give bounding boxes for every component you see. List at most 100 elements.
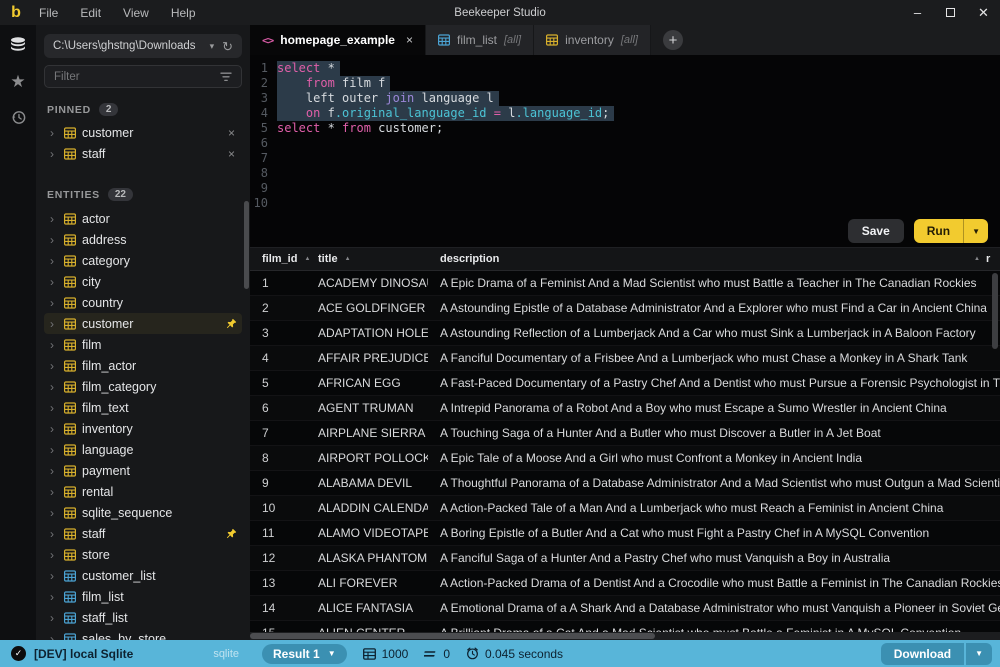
table-row[interactable]: 14ALICE FANTASIAA Emotional Drama of a A…: [250, 596, 1000, 621]
menu-help[interactable]: Help: [160, 6, 207, 20]
chevron-right-icon[interactable]: ›: [50, 213, 58, 225]
run-label[interactable]: Run: [914, 219, 963, 243]
sidebar-item-address[interactable]: › address: [44, 229, 242, 250]
sidebar-item-film[interactable]: › film: [44, 334, 242, 355]
table-row[interactable]: 13ALI FOREVERA Action-Packed Drama of a …: [250, 571, 1000, 596]
new-tab-button[interactable]: +: [663, 30, 683, 50]
chevron-right-icon[interactable]: ›: [50, 591, 58, 603]
sidebar-item-country[interactable]: › country: [44, 292, 242, 313]
table-row[interactable]: 3ADAPTATION HOLESA Astounding Reflection…: [250, 321, 1000, 346]
chevron-right-icon[interactable]: ›: [50, 148, 58, 160]
maximize-button[interactable]: [934, 0, 967, 25]
pin-icon[interactable]: [226, 528, 237, 539]
horizontal-scroll-thumb[interactable]: [250, 633, 655, 639]
unpin-close-icon[interactable]: ×: [226, 126, 237, 140]
sidebar-item-rental[interactable]: › rental: [44, 481, 242, 502]
menu-view[interactable]: View: [112, 6, 160, 20]
results-vertical-scrollbar[interactable]: [992, 273, 998, 349]
chevron-right-icon[interactable]: ›: [50, 549, 58, 561]
chevron-right-icon[interactable]: ›: [50, 507, 58, 519]
sidebar-item-customer_list[interactable]: › customer_list: [44, 565, 242, 586]
table-row[interactable]: 5AFRICAN EGGA Fast-Paced Documentary of …: [250, 371, 1000, 396]
sidebar-item-city[interactable]: › city: [44, 271, 242, 292]
sidebar-item-staff[interactable]: › staff: [44, 523, 242, 544]
download-options-caret-icon[interactable]: ▼: [966, 643, 992, 665]
unpin-close-icon[interactable]: ×: [226, 147, 237, 161]
run-options-caret-icon[interactable]: ▼: [963, 219, 988, 243]
chevron-right-icon[interactable]: ›: [50, 402, 58, 414]
results-horizontal-scrollbar[interactable]: [250, 632, 1000, 640]
chevron-right-icon[interactable]: ›: [50, 423, 58, 435]
menu-file[interactable]: File: [28, 6, 69, 20]
sidebar-item-inventory[interactable]: › inventory: [44, 418, 242, 439]
sidebar-item-sales_by_store[interactable]: › sales_by_store: [44, 628, 242, 640]
table-row[interactable]: 8AIRPORT POLLOCKA Epic Tale of a Moose A…: [250, 446, 1000, 471]
chevron-right-icon[interactable]: ›: [50, 297, 58, 309]
chevron-right-icon[interactable]: ›: [50, 381, 58, 393]
tab-close-icon[interactable]: ×: [406, 33, 413, 47]
table-row[interactable]: 4AFFAIR PREJUDICEA Fanciful Documentary …: [250, 346, 1000, 371]
sidebar-item-staff[interactable]: › staff×: [44, 143, 242, 164]
table-row[interactable]: 11ALAMO VIDEOTAPEA Boring Epistle of a B…: [250, 521, 1000, 546]
sidebar-item-category[interactable]: › category: [44, 250, 242, 271]
tab-homepage_example[interactable]: <>homepage_example×: [250, 25, 426, 55]
column-header-film_id[interactable]: film_id▲: [250, 253, 306, 265]
close-button[interactable]: ✕: [967, 0, 1000, 25]
sidebar-item-film_actor[interactable]: › film_actor: [44, 355, 242, 376]
sidebar-item-customer[interactable]: › customer: [44, 313, 242, 334]
table-row[interactable]: 9ALABAMA DEVILA Thoughtful Panorama of a…: [250, 471, 1000, 496]
sidebar-item-customer[interactable]: › customer×: [44, 122, 242, 143]
chevron-right-icon[interactable]: ›: [50, 339, 58, 351]
column-header-description[interactable]: description▲: [428, 253, 986, 265]
run-button[interactable]: Run ▼: [914, 219, 988, 243]
chevron-right-icon[interactable]: ›: [50, 612, 58, 624]
chevron-right-icon[interactable]: ›: [50, 486, 58, 498]
sidebar-item-staff_list[interactable]: › staff_list: [44, 607, 242, 628]
sidebar-scrollbar[interactable]: [244, 201, 249, 289]
favorites-star-icon[interactable]: ★: [10, 73, 25, 90]
result-selector[interactable]: Result 1 ▼: [262, 644, 347, 664]
minimize-button[interactable]: –: [901, 0, 934, 25]
sort-asc-icon[interactable]: ▲: [345, 256, 351, 262]
pin-icon[interactable]: [226, 318, 237, 329]
menu-edit[interactable]: Edit: [69, 6, 112, 20]
save-button[interactable]: Save: [848, 219, 904, 243]
tab-inventory[interactable]: inventory[all]: [534, 25, 651, 55]
sidebar-item-film_list[interactable]: › film_list: [44, 586, 242, 607]
sidebar-item-payment[interactable]: › payment: [44, 460, 242, 481]
table-row[interactable]: 7AIRPLANE SIERRAA Touching Saga of a Hun…: [250, 421, 1000, 446]
connection-status[interactable]: ✓ [DEV] local Sqlite sqlite: [0, 646, 250, 661]
download-button[interactable]: Download: [881, 643, 964, 665]
pinned-section-header[interactable]: PINNED 2: [44, 103, 242, 116]
table-row[interactable]: 6AGENT TRUMANA Intrepid Panorama of a Ro…: [250, 396, 1000, 421]
sidebar-item-language[interactable]: › language: [44, 439, 242, 460]
connection-path-dropdown[interactable]: C:\Users\ghstng\Downloads ▾ ↻: [44, 34, 242, 58]
chevron-right-icon[interactable]: ›: [50, 528, 58, 540]
chevron-right-icon[interactable]: ›: [50, 255, 58, 267]
chevron-right-icon[interactable]: ›: [50, 127, 58, 139]
database-tables-icon[interactable]: [9, 36, 27, 54]
column-header-title[interactable]: title▲: [306, 253, 428, 265]
history-icon[interactable]: [10, 109, 27, 126]
tab-film_list[interactable]: film_list[all]: [426, 25, 534, 55]
chevron-right-icon[interactable]: ›: [50, 234, 58, 246]
table-row[interactable]: 1ACADEMY DINOSAURA Epic Drama of a Femin…: [250, 271, 1000, 296]
sidebar-item-sqlite_sequence[interactable]: › sqlite_sequence: [44, 502, 242, 523]
sidebar-item-actor[interactable]: › actor: [44, 208, 242, 229]
chevron-right-icon[interactable]: ›: [50, 276, 58, 288]
sort-asc-icon[interactable]: ▲: [974, 256, 980, 262]
refresh-icon[interactable]: ↻: [222, 40, 233, 53]
chevron-right-icon[interactable]: ›: [50, 318, 58, 330]
filter-input[interactable]: [54, 71, 220, 83]
chevron-right-icon[interactable]: ›: [50, 633, 58, 641]
sidebar-item-film_category[interactable]: › film_category: [44, 376, 242, 397]
table-row[interactable]: 2ACE GOLDFINGERA Astounding Epistle of a…: [250, 296, 1000, 321]
table-row[interactable]: 10ALADDIN CALENDARA Action-Packed Tale o…: [250, 496, 1000, 521]
sidebar-item-film_text[interactable]: › film_text: [44, 397, 242, 418]
chevron-right-icon[interactable]: ›: [50, 360, 58, 372]
entities-section-header[interactable]: ENTITIES 22: [44, 188, 242, 201]
chevron-right-icon[interactable]: ›: [50, 465, 58, 477]
chevron-right-icon[interactable]: ›: [50, 570, 58, 582]
table-row[interactable]: 12ALASKA PHANTOMA Fanciful Saga of a Hun…: [250, 546, 1000, 571]
sql-editor[interactable]: 1select *2 from film f3 left outer join …: [250, 55, 1000, 215]
